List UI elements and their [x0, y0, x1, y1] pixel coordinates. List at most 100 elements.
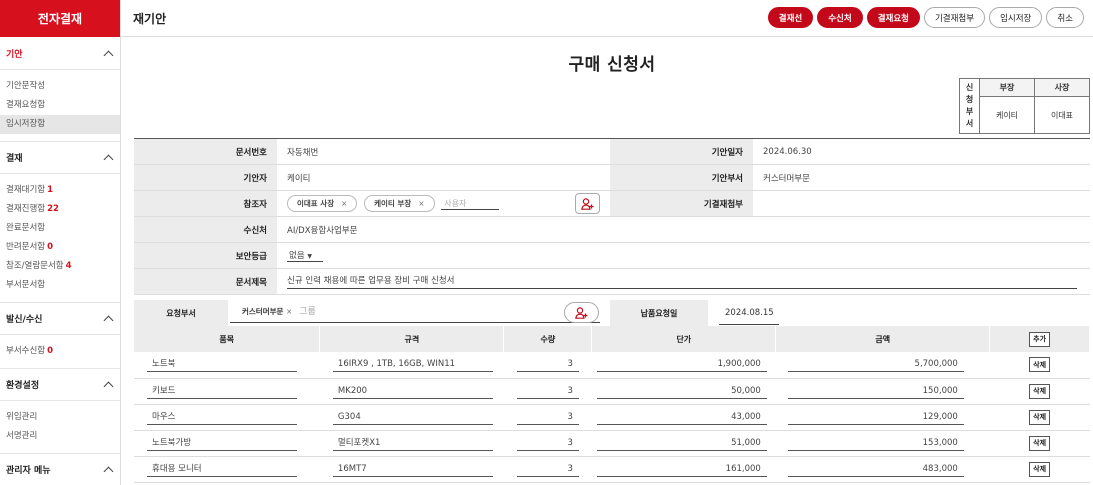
item-qty-input[interactable]: 3: [516, 384, 579, 399]
cc-chip[interactable]: 케이티 부장 ×: [364, 195, 435, 212]
table-row: 노트북가방 멀티포켓X1 3 51,000 153,000 삭제: [134, 430, 1090, 457]
item-amount-input[interactable]: 150,000: [787, 384, 964, 399]
item-price-input[interactable]: 1,900,000: [596, 357, 767, 373]
brand-logo[interactable]: 전자결재: [0, 0, 120, 37]
delete-row-button[interactable]: 삭제: [1029, 357, 1051, 373]
item-amount-input[interactable]: 5,700,000: [787, 357, 964, 373]
sidebar-item-label: 참조/열람문서함: [6, 261, 64, 271]
sidebar-section-settings[interactable]: 환경설정: [0, 368, 120, 401]
item-price-input[interactable]: 161,000: [596, 462, 767, 477]
close-icon[interactable]: ×: [418, 199, 424, 208]
item-spec-input[interactable]: G304: [332, 410, 493, 425]
sidebar-section-approval[interactable]: 결재: [0, 141, 120, 174]
sidebar-item-label: 부서수신함: [6, 346, 46, 356]
item-name-input[interactable]: 마우스: [147, 410, 297, 425]
column-header: 품목: [134, 326, 321, 352]
security-select[interactable]: 없음 ▼: [287, 249, 323, 262]
field-label: 문서제목: [134, 268, 277, 295]
item-qty-input[interactable]: 3: [516, 410, 579, 425]
field-label: 기안자: [134, 164, 277, 191]
item-name-input[interactable]: 휴대용 모니터: [147, 462, 297, 477]
delete-row-button[interactable]: 삭제: [1029, 409, 1051, 425]
sidebar-item-dept[interactable]: 부서문서함: [0, 276, 120, 295]
field-label: 문서번호: [134, 138, 277, 165]
item-spec-input[interactable]: 16MT7: [332, 462, 493, 477]
sidebar-list-send-receive: 부서수신함 0: [0, 335, 120, 368]
attach-value[interactable]: [753, 190, 1090, 217]
item-price-input[interactable]: 51,000: [596, 436, 767, 451]
sidebar-list-approval: 결재대기함 1 결재진행함 22 완료문서함 반려문서함 0 참조/열람문서함 4 부서…: [0, 174, 120, 302]
sidebar-item-delegation[interactable]: 위임관리: [0, 408, 120, 427]
sidebar-list-draft: 기안문작성 결재요청함 임시저장함: [0, 70, 120, 141]
item-qty-input[interactable]: 3: [516, 436, 579, 451]
cc-user-input[interactable]: 사용자: [441, 198, 500, 210]
temp-save-button[interactable]: 임시저장: [989, 7, 1043, 28]
group-input[interactable]: 그룹: [299, 307, 316, 317]
chip-label: 커스터머부문: [242, 307, 284, 316]
item-name-input[interactable]: 노트북: [147, 357, 297, 373]
table-row: 노트북 16IRX9 , 1TB, 16GB, WIN11 3 1,900,00…: [134, 352, 1090, 379]
attach-approved-button[interactable]: 기결재첨부: [923, 7, 986, 28]
chevron-up-icon[interactable]: [103, 50, 114, 60]
close-icon[interactable]: ×: [286, 307, 292, 316]
recipient-button[interactable]: 수신처: [817, 7, 863, 28]
item-amount-input[interactable]: 129,000: [787, 410, 964, 425]
item-spec-input[interactable]: 16IRX9 , 1TB, 16GB, WIN11: [332, 357, 493, 373]
item-amount-input[interactable]: 483,000: [787, 462, 964, 477]
add-user-button[interactable]: [564, 302, 599, 323]
sidebar-item-dept-inbox[interactable]: 부서수신함 0: [0, 342, 120, 361]
document-area: 구매 신청서 신청부서 부장 사장 케이티 이대표 문서번호 자동채번 기안일자…: [134, 37, 1090, 485]
item-amount-input[interactable]: 153,000: [787, 436, 964, 451]
table-row: 키보드 MK200 3 50,000 150,000 삭제: [134, 378, 1090, 405]
cc-chip[interactable]: 이대표 사장 ×: [287, 195, 358, 212]
request-row: 요청부서 커스터머부문 × 그룹 납품요청일 2024.08.15: [134, 300, 1090, 326]
add-user-button[interactable]: [575, 193, 600, 214]
sidebar-item-label: 반려문서함: [6, 242, 46, 252]
approval-line-button[interactable]: 결재선: [767, 7, 814, 28]
chevron-up-icon[interactable]: [103, 154, 114, 165]
sidebar-item-waiting[interactable]: 결재대기함 1: [0, 181, 120, 200]
close-icon[interactable]: ×: [341, 199, 347, 208]
dept-chip[interactable]: 커스터머부문 ×: [242, 307, 292, 316]
sidebar-item-completed[interactable]: 완료문서함: [0, 219, 120, 238]
chevron-up-icon[interactable]: [103, 466, 114, 477]
approval-request-button[interactable]: 결재요청: [866, 7, 920, 28]
cancel-button[interactable]: 취소: [1046, 7, 1084, 28]
sidebar-section-send-receive[interactable]: 발신/수신: [0, 302, 120, 335]
sidebar-item-label: 완료문서함: [6, 223, 46, 233]
chevron-up-icon[interactable]: [103, 315, 114, 326]
sidebar-item-request-box[interactable]: 결재요청함: [0, 96, 120, 115]
delete-row-button[interactable]: 삭제: [1029, 435, 1051, 451]
field-label: 기안부서: [610, 164, 753, 191]
sidebar: 전자결재 기안 기안문작성 결재요청함 임시저장함 결재 결재대기함 1 결재진행…: [0, 0, 121, 485]
item-qty-input[interactable]: 3: [516, 357, 579, 373]
subject-input[interactable]: 신규 인력 채용에 따른 업무용 장비 구매 신청서: [287, 274, 1077, 289]
delete-row-button[interactable]: 삭제: [1029, 461, 1051, 477]
sidebar-item-reference[interactable]: 참조/열람문서함 4: [0, 257, 120, 276]
item-qty-input[interactable]: 3: [516, 462, 579, 477]
item-price-input[interactable]: 43,000: [596, 410, 767, 425]
sidebar-item-temp-box[interactable]: 임시저장함: [0, 115, 120, 134]
chevron-up-icon[interactable]: [103, 381, 114, 392]
item-name-input[interactable]: 노트북가방: [147, 436, 297, 451]
sidebar-item-in-progress[interactable]: 결재진행함 22: [0, 200, 120, 219]
sidebar-item-signature[interactable]: 서명관리: [0, 427, 120, 446]
sidebar-section-draft[interactable]: 기안: [0, 37, 120, 70]
delete-row-button[interactable]: 삭제: [1029, 383, 1051, 399]
add-row-button[interactable]: 추가: [1029, 331, 1051, 347]
approver-name: 케이티: [979, 96, 1035, 134]
item-spec-input[interactable]: 멀티포켓X1: [332, 436, 493, 451]
due-date-input[interactable]: 2024.08.15: [719, 308, 779, 325]
sidebar-item-label: 위임관리: [6, 412, 38, 422]
item-price-input[interactable]: 50,000: [596, 384, 767, 399]
item-spec-input[interactable]: MK200: [332, 384, 493, 399]
sidebar-section-admin[interactable]: 관리자 메뉴: [0, 453, 120, 485]
sidebar-item-rejected[interactable]: 반려문서함 0: [0, 238, 120, 257]
dept-underline: [230, 322, 600, 323]
items-table: 품목 규격 수량 단가 금액 추가 노트북 16IRX9 , 1TB, 16GB…: [134, 326, 1090, 483]
sidebar-item-write[interactable]: 기안문작성: [0, 77, 120, 96]
add-column: 추가: [989, 326, 1090, 352]
item-name-input[interactable]: 키보드: [147, 384, 297, 399]
table-row: 휴대용 모니터 16MT7 3 161,000 483,000 삭제: [134, 456, 1090, 483]
chip-label: 이대표 사장: [297, 199, 335, 208]
